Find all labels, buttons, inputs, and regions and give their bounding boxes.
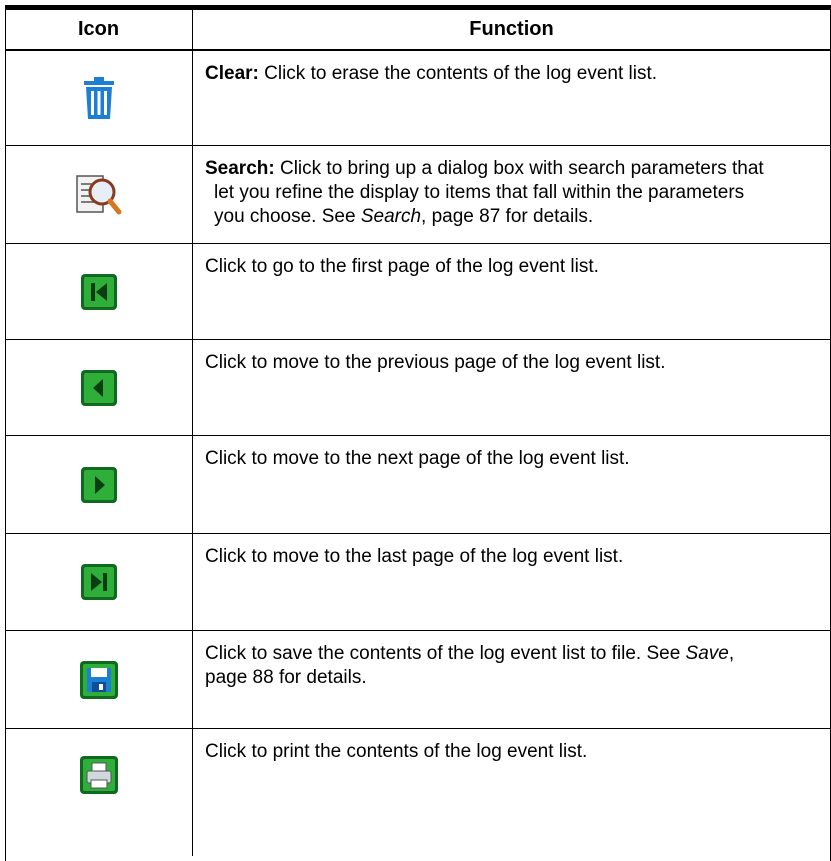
search-line3-prefix: you choose. See [214, 206, 361, 227]
search-log-icon [75, 174, 121, 214]
clear-description: Click to erase the contents of the log e… [258, 63, 658, 84]
log-toolbar-icon-table: Icon Function Clear: Click to erase the … [5, 5, 831, 861]
search-description-line2: let you refine the display to items that… [214, 182, 745, 203]
first-page-icon [80, 273, 117, 310]
icon-cell [5, 340, 192, 435]
table-header: Icon Function [5, 10, 831, 51]
icon-cell [5, 631, 192, 728]
table-row-first-page: Click to go to the first page of the log… [5, 244, 831, 340]
table-row-save: Click to save the contents of the log ev… [5, 631, 831, 729]
trash-icon [83, 77, 114, 119]
function-cell: Click to print the contents of the log e… [205, 740, 825, 764]
header-function-column: Function [469, 17, 554, 40]
icon-cell [5, 534, 192, 630]
previous-page-description: Click to move to the previous page of th… [205, 352, 666, 373]
first-page-description: Click to go to the first page of the log… [205, 256, 599, 277]
save-link-text: Save [685, 643, 729, 664]
search-link-text: Search [360, 206, 422, 227]
previous-page-icon [80, 369, 117, 406]
icon-cell [5, 436, 192, 533]
table-row-last-page: Click to move to the last page of the lo… [5, 534, 831, 631]
icon-cell [5, 146, 192, 243]
icon-cell [5, 729, 192, 821]
table-row-print: Click to print the contents of the log e… [5, 729, 831, 856]
function-cell: Search: Click to bring up a dialog box w… [205, 157, 825, 229]
table-row-clear: Clear: Click to erase the contents of th… [5, 51, 831, 146]
function-cell: Click to move to the previous page of th… [205, 351, 825, 375]
next-page-description: Click to move to the next page of the lo… [205, 448, 630, 469]
icon-cell [5, 244, 192, 339]
print-description: Click to print the contents of the log e… [205, 741, 588, 762]
icon-cell [5, 51, 192, 145]
last-page-description: Click to move to the last page of the lo… [205, 546, 624, 567]
save-description-prefix: Click to save the contents of the log ev… [205, 643, 686, 664]
print-icon [79, 756, 118, 794]
function-cell: Click to go to the first page of the log… [205, 255, 825, 279]
last-page-icon [80, 564, 117, 600]
table-row-search: Search: Click to bring up a dialog box w… [5, 146, 831, 244]
header-icon-column: Icon [77, 17, 120, 40]
search-label: Search: [205, 158, 275, 179]
search-description-line3: you choose. See Search, page 87 for deta… [205, 205, 825, 229]
save-description-suffix: , [728, 643, 735, 664]
save-description-line2: page 88 for details. [205, 667, 367, 688]
function-cell: Click to move to the last page of the lo… [205, 545, 825, 569]
next-page-icon [80, 466, 117, 503]
search-line3-suffix: , page 87 for details. [421, 206, 594, 227]
function-cell: Click to move to the next page of the lo… [205, 447, 825, 471]
save-icon [79, 660, 118, 699]
table-row-previous-page: Click to move to the previous page of th… [5, 340, 831, 436]
function-cell: Clear: Click to erase the contents of th… [205, 62, 825, 86]
clear-label: Clear: [205, 63, 259, 84]
function-cell: Click to save the contents of the log ev… [205, 642, 825, 690]
table-row-next-page: Click to move to the next page of the lo… [5, 436, 831, 534]
search-description-line1: Click to bring up a dialog box with sear… [274, 158, 764, 179]
